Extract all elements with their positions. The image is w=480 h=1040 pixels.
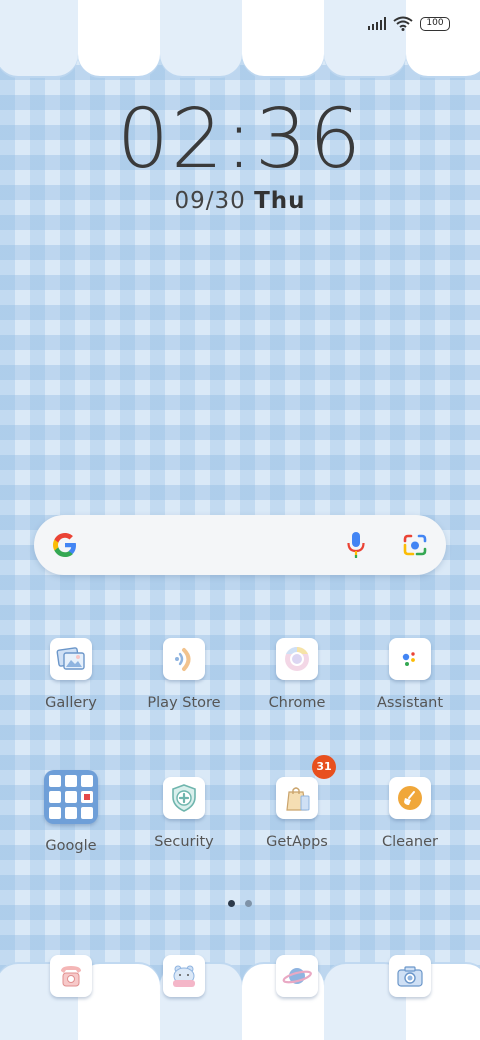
- cellular-signal-icon: [367, 17, 386, 30]
- chrome-icon: [276, 638, 318, 680]
- awning-scallop: [406, 0, 480, 76]
- folder-icon: [44, 770, 98, 824]
- app-label: Cleaner: [381, 834, 439, 850]
- awning-scallop: [242, 0, 324, 76]
- awning-scallop: [324, 0, 406, 76]
- dock-messages[interactable]: [134, 955, 234, 997]
- app-label: Google: [45, 838, 97, 854]
- app-label: Security: [154, 834, 214, 850]
- app-security[interactable]: Security: [134, 777, 234, 850]
- app-assistant[interactable]: Assistant: [360, 638, 460, 711]
- wallpaper-awning-top: [0, 0, 480, 80]
- page-dot[interactable]: [245, 900, 252, 907]
- wifi-icon: [393, 16, 413, 31]
- broom-icon: [389, 777, 431, 819]
- app-label: Play Store: [147, 695, 221, 711]
- battery-indicator: 100: [420, 16, 450, 31]
- awning-scallop: [160, 0, 242, 76]
- app-chrome[interactable]: Chrome: [247, 638, 347, 711]
- awning-scallop: [78, 0, 160, 76]
- shopping-bag-icon: 31: [276, 755, 336, 819]
- app-cleaner[interactable]: Cleaner: [360, 777, 460, 850]
- google-lens-icon[interactable]: [402, 533, 428, 557]
- camera-icon: [389, 955, 431, 997]
- gallery-icon: [50, 638, 92, 680]
- app-getapps[interactable]: 31 GetApps: [247, 755, 347, 850]
- app-label: Chrome: [268, 695, 326, 711]
- app-gallery[interactable]: Gallery: [21, 638, 121, 711]
- clock-time[interactable]: 02:36: [0, 92, 480, 187]
- phone-icon: [50, 955, 92, 997]
- google-g-icon: [53, 533, 76, 557]
- dock-browser[interactable]: [247, 955, 347, 997]
- assistant-icon: [389, 638, 431, 680]
- status-bar: 100: [367, 16, 450, 31]
- page-dot-active[interactable]: [228, 900, 235, 907]
- app-play-store[interactable]: Play Store: [134, 638, 234, 711]
- browser-planet-icon: [276, 955, 318, 997]
- notification-badge: 31: [312, 755, 336, 779]
- messages-icon: [163, 955, 205, 997]
- app-label: GetApps: [266, 834, 328, 850]
- google-search-bar[interactable]: [34, 515, 446, 575]
- app-label: Gallery: [45, 695, 97, 711]
- page-indicator[interactable]: [228, 900, 252, 907]
- microphone-icon[interactable]: [346, 531, 366, 559]
- dock-phone[interactable]: [21, 955, 121, 997]
- security-shield-icon: [163, 777, 205, 819]
- play-store-icon: [163, 638, 205, 680]
- date-text: 09/30: [174, 188, 246, 214]
- awning-scallop: [0, 0, 78, 76]
- dock-camera[interactable]: [360, 955, 460, 997]
- day-text: Thu: [254, 188, 306, 214]
- app-folder-google[interactable]: Google: [21, 770, 121, 854]
- app-label: Assistant: [376, 695, 444, 711]
- clock-date[interactable]: 09/30 Thu: [0, 188, 480, 214]
